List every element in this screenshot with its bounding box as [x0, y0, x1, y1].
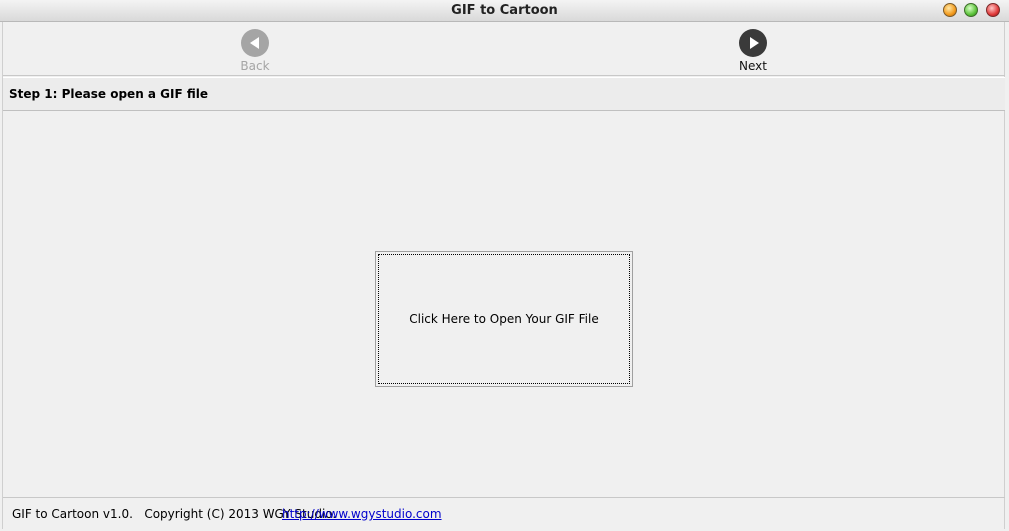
- open-gif-button[interactable]: Click Here to Open Your GIF File: [375, 251, 633, 387]
- next-arrow-icon: [739, 29, 767, 57]
- title-bar[interactable]: GIF to Cartoon: [0, 0, 1009, 22]
- website-link[interactable]: http://www.wgystudio.com: [282, 507, 442, 521]
- back-arrow-icon: [241, 29, 269, 57]
- open-gif-label: Click Here to Open Your GIF File: [409, 312, 599, 326]
- step-title: Step 1: Please open a GIF file: [9, 87, 209, 101]
- back-button-label: Back: [240, 59, 270, 73]
- wizard-toolbar: Back Next: [3, 22, 1005, 76]
- app-window: GIF to Cartoon Back Next Step 1: Please …: [0, 0, 1009, 531]
- window-title: GIF to Cartoon: [451, 3, 558, 18]
- next-button-label: Next: [739, 59, 767, 73]
- maximize-button[interactable]: [964, 3, 978, 17]
- minimize-button[interactable]: [943, 3, 957, 17]
- step-header: Step 1: Please open a GIF file: [3, 77, 1005, 111]
- close-button[interactable]: [986, 3, 1000, 17]
- back-button[interactable]: Back: [225, 29, 285, 75]
- next-button[interactable]: Next: [723, 29, 783, 75]
- status-bar: GIF to Cartoon v1.0. Copyright (C) 2013 …: [3, 497, 1005, 529]
